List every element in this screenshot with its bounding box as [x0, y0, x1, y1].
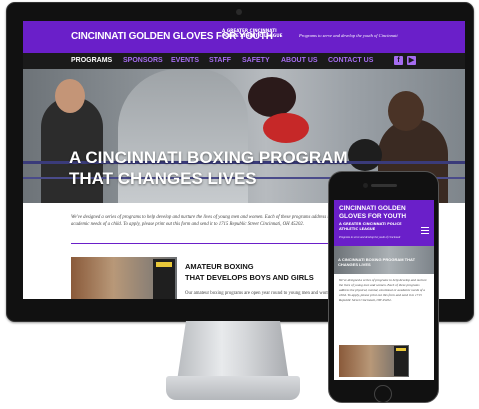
nav-contact-us[interactable]: CONTACT US: [328, 57, 373, 64]
mobile-screen: CINCINNATI GOLDEN GLOVES FOR YOUTH A GRE…: [334, 200, 434, 380]
phone-home-button[interactable]: [374, 385, 392, 403]
hamburger-menu-icon[interactable]: [421, 227, 429, 234]
facebook-icon[interactable]: f: [394, 56, 403, 65]
monitor-stand-base: [166, 376, 300, 400]
hero-photo-glove-red: [263, 113, 309, 143]
nav-staff[interactable]: STAFF: [209, 57, 231, 64]
hero-photo-coach-head: [55, 79, 85, 113]
mobile-header: CINCINNATI GOLDEN GLOVES FOR YOUTH A GRE…: [334, 200, 434, 246]
nav-safety[interactable]: SAFETY: [242, 57, 270, 64]
mobile-hero-title: A CINCINNATI BOXING PROGRAM THAT CHANGES…: [338, 257, 416, 267]
hero-photo-boxer-head: [388, 91, 424, 131]
program-title-line2: THAT DEVELOPS BOYS AND GIRLS: [185, 273, 314, 282]
phone-camera: [363, 183, 368, 188]
hero-photo-boxer-glove: [348, 139, 382, 171]
main-nav: PROGRAMS SPONSORS EVENTS STAFF SAFETY AB…: [23, 53, 465, 69]
site-tagline: Programs to serve and develop the youth …: [299, 33, 398, 38]
youtube-icon[interactable]: ▶: [407, 56, 416, 65]
mobile-intro-text: We've designed a series of programs to h…: [339, 278, 427, 302]
nav-about-us[interactable]: ABOUT US: [281, 57, 318, 64]
hero-title-line1: A CINCINNATI BOXING PROGRAM: [69, 148, 348, 167]
mobile-program-photo-punching-bag: [394, 346, 408, 376]
nav-events[interactable]: EVENTS: [171, 57, 199, 64]
hero-title-line2: THAT CHANGES LIVES: [69, 169, 257, 188]
mobile-hero-banner: A CINCINNATI BOXING PROGRAM THAT CHANGES…: [334, 246, 434, 274]
mobile-logo[interactable]: CINCINNATI GOLDEN GLOVES FOR YOUTH: [339, 205, 419, 221]
program-title-line1: AMATEUR BOXING: [185, 262, 254, 271]
program-title: AMATEUR BOXING THAT DEVELOPS BOYS AND GI…: [185, 261, 314, 283]
hero-title: A CINCINNATI BOXING PROGRAM THAT CHANGES…: [69, 147, 348, 189]
nav-programs[interactable]: PROGRAMS: [71, 57, 112, 64]
mobile-tagline: Programs to serve and develop the youth …: [339, 236, 401, 239]
mobile-phone: CINCINNATI GOLDEN GLOVES FOR YOUTH A GRE…: [328, 171, 439, 403]
nav-sponsors[interactable]: SPONSORS: [123, 57, 163, 64]
site-header: CINCINNATI GOLDEN GLOVES FOR YOUTH A GRE…: [23, 21, 465, 53]
site-logo-subtitle: A GREATER CINCINNATI POLICE ATHLETIC LEA…: [222, 28, 283, 38]
phone-speaker: [371, 184, 397, 187]
program-photo-punching-bag: [153, 259, 175, 299]
monitor-stand: [177, 321, 289, 381]
hero-photo-glove-dark: [248, 77, 296, 117]
monitor-camera: [236, 9, 242, 15]
mobile-logo-subtitle: A GREATER CINCINNATI POLICE ATHLETIC LEA…: [339, 222, 402, 231]
